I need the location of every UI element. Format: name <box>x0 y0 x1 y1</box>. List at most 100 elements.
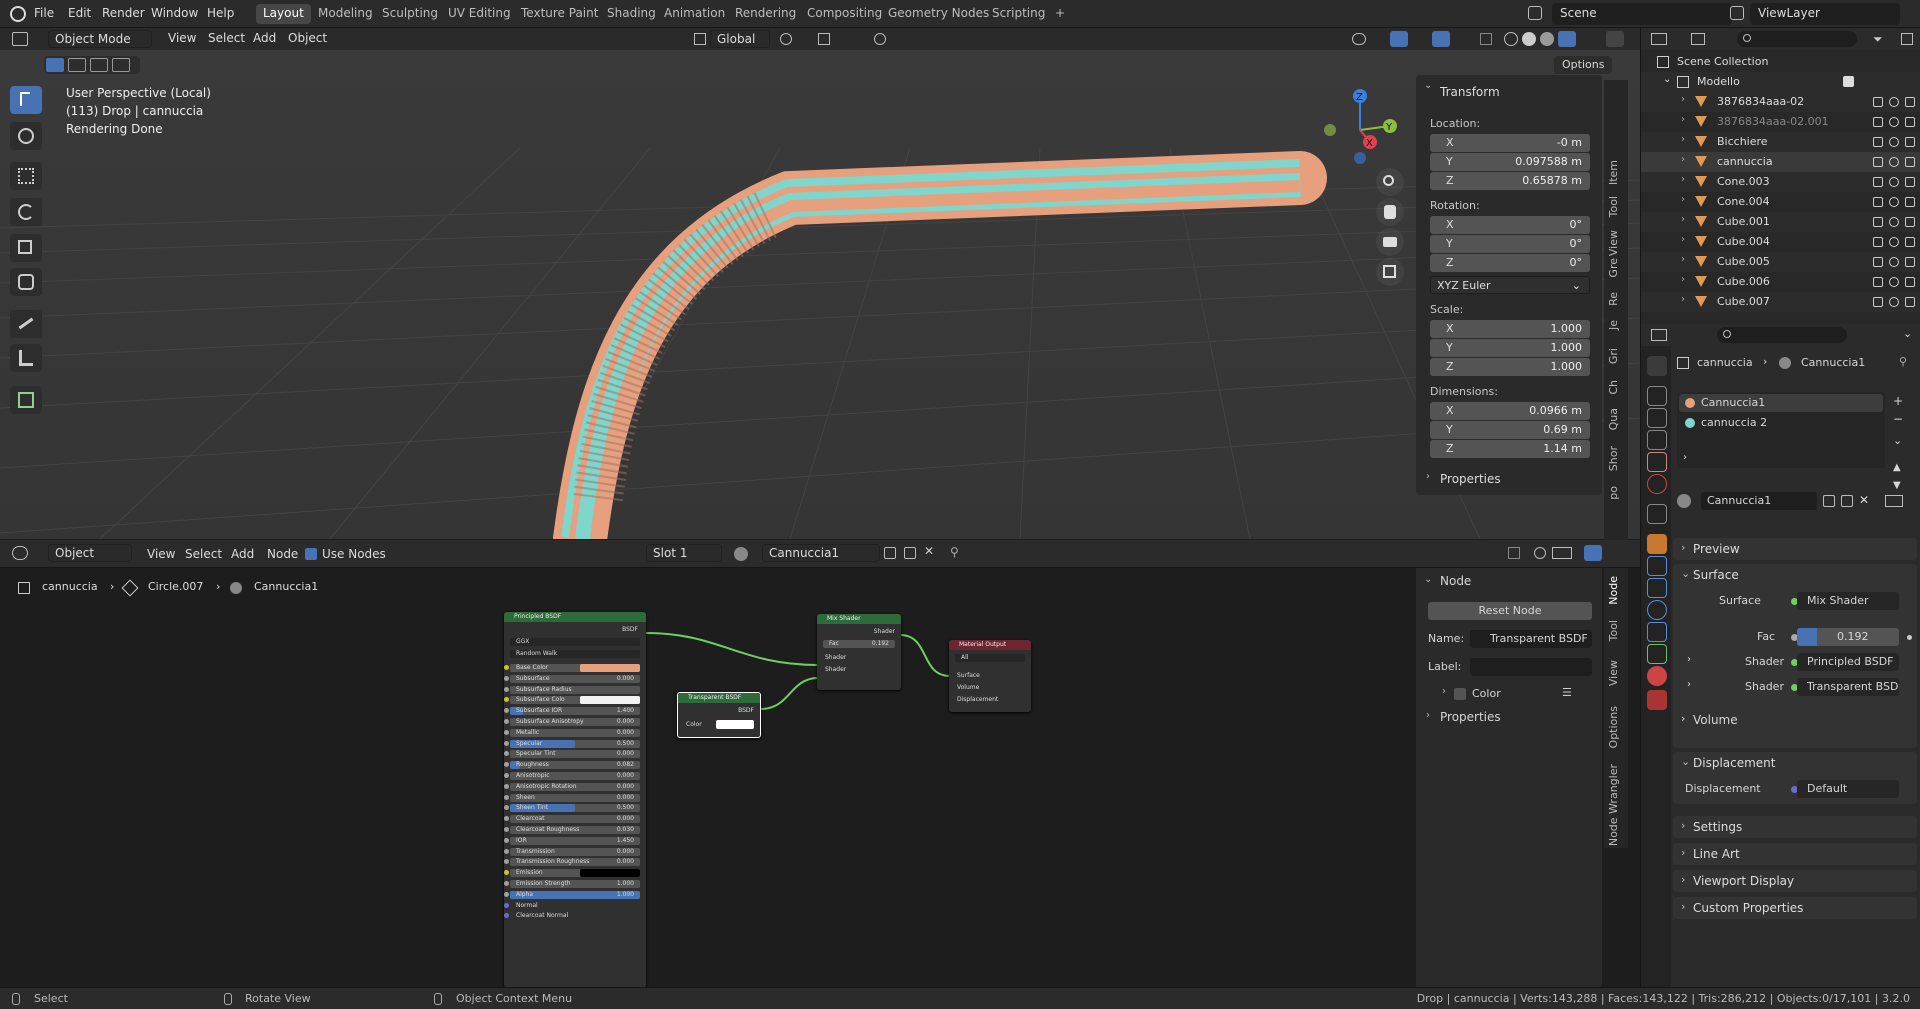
proportional-edit-icon[interactable] <box>874 33 886 45</box>
breadcrumb-object[interactable]: cannuccia <box>42 580 98 593</box>
restrict-select-icon[interactable] <box>1873 217 1883 227</box>
outliner-item[interactable]: › Bicchiere <box>1641 132 1920 152</box>
mode-selector[interactable]: Object Mode <box>48 30 152 48</box>
render-camera-icon[interactable] <box>1905 97 1915 107</box>
visibility-eye-icon[interactable] <box>1889 97 1899 107</box>
principled-input-row[interactable]: Anisotropic 0.000 <box>504 772 640 780</box>
dimensions-y-field[interactable]: Y 0.69 m <box>1430 421 1590 439</box>
chevron-right-icon[interactable]: › <box>1681 294 1685 305</box>
input-socket[interactable] <box>504 805 509 811</box>
world-tab-icon[interactable] <box>1647 474 1667 494</box>
restrict-select-icon[interactable] <box>1873 257 1883 267</box>
principled-input-row[interactable]: Subsurface Anisotropy 0.000 <box>504 718 640 726</box>
gizmo-toggle-icon[interactable] <box>1390 31 1408 47</box>
input-socket[interactable] <box>504 751 509 757</box>
restrict-select-icon[interactable] <box>1873 97 1883 107</box>
remove-slot-icon[interactable]: − <box>1893 412 1903 426</box>
editor-type-icon[interactable] <box>12 32 28 46</box>
displacement-selector[interactable]: Default <box>1797 780 1899 798</box>
principled-input-row[interactable]: Base Color <box>504 664 640 672</box>
tab-gre[interactable]: Gre <box>1607 258 1625 278</box>
menu-select[interactable]: Select <box>208 31 245 45</box>
list-icon[interactable]: ☰ <box>1562 686 1572 699</box>
list-item[interactable]: Cannuccia1 <box>1679 394 1883 412</box>
principled-input-row[interactable]: Clearcoat Roughness 0.030 <box>504 826 640 834</box>
select-subtract-icon[interactable] <box>90 58 108 72</box>
principled-input-row[interactable]: Subsurface Radius <box>504 685 640 694</box>
principled-input-row[interactable]: Sheen 0.000 <box>504 793 640 802</box>
tab-rendering[interactable]: Rendering <box>728 4 803 24</box>
rotation-x-field[interactable]: X 0° <box>1430 216 1590 234</box>
rotation-mode-dropdown[interactable]: XYZ Euler ⌄ <box>1430 276 1590 294</box>
color-checkbox[interactable] <box>1454 688 1466 700</box>
tool-scale[interactable] <box>10 234 42 262</box>
tool-cursor[interactable] <box>10 122 42 150</box>
tool-move[interactable] <box>10 162 42 190</box>
panel-title[interactable]: Displacement <box>1693 756 1776 770</box>
input-socket[interactable] <box>504 816 509 822</box>
chevron-right-icon[interactable]: › <box>1426 471 1430 482</box>
principled-input-row[interactable]: Specular 0.500 <box>504 739 640 748</box>
orientation-selector[interactable]: Global <box>710 30 770 48</box>
scene-selector[interactable]: Scene <box>1552 3 1732 25</box>
render-camera-icon[interactable] <box>1905 137 1915 147</box>
restrict-select-icon[interactable] <box>1873 177 1883 187</box>
input-socket[interactable] <box>504 827 509 832</box>
zoom-icon[interactable] <box>1376 168 1404 196</box>
tab-ch[interactable]: Ch <box>1607 380 1625 395</box>
restrict-select-icon[interactable] <box>1873 237 1883 247</box>
outliner-item[interactable]: › Cube.001 <box>1641 212 1920 232</box>
menu-view[interactable]: View <box>168 31 196 45</box>
overlay-toggle-icon[interactable] <box>1584 545 1602 561</box>
location-z-field[interactable]: Z 0.65878 m <box>1430 172 1590 190</box>
tab-re[interactable]: Re <box>1607 292 1625 306</box>
outliner-item[interactable]: › Cube.006 <box>1641 272 1920 292</box>
input-socket[interactable] <box>504 783 509 789</box>
visibility-eye-icon[interactable] <box>1889 137 1899 147</box>
principled-input-row[interactable]: IOR 1.450 <box>504 836 640 845</box>
input-socket[interactable] <box>504 794 509 800</box>
input-socket[interactable] <box>504 675 509 681</box>
tab-modeling[interactable]: Modeling <box>311 4 380 24</box>
distribution-dropdown[interactable]: GGX <box>510 638 640 646</box>
close-icon[interactable]: ✕ <box>924 544 934 558</box>
principled-input-row[interactable]: Subsurface Colo <box>504 696 640 705</box>
chevron-down-icon[interactable]: ⌄ <box>1893 434 1902 447</box>
node-editor[interactable]: Principled BSDF BSDF GGX Random Walk Bas… <box>0 540 1640 988</box>
move-down-icon[interactable]: ▼ <box>1893 480 1901 491</box>
tab-shor[interactable]: Shor <box>1607 446 1625 471</box>
breadcrumb-material[interactable]: Cannuccia1 <box>254 580 318 593</box>
list-item[interactable]: cannuccia 2 <box>1679 414 1883 432</box>
particles-tab-icon[interactable] <box>1647 578 1667 598</box>
restrict-select-icon[interactable] <box>1873 117 1883 127</box>
input-socket[interactable] <box>504 837 509 843</box>
chevron-right-icon[interactable]: › <box>1681 194 1685 205</box>
visibility-eye-icon[interactable] <box>1889 217 1899 227</box>
visibility-eye-icon[interactable] <box>1889 297 1899 307</box>
input-socket[interactable] <box>504 740 509 746</box>
tab-qua[interactable]: Qua <box>1607 408 1625 430</box>
outliner-item[interactable]: › Cube.005 <box>1641 252 1920 272</box>
settings-panel[interactable]: › Settings <box>1673 816 1917 838</box>
outliner-item[interactable]: › 3876834aaa-02 <box>1641 92 1920 112</box>
fake-user-icon[interactable] <box>1823 495 1835 507</box>
xray-icon[interactable] <box>1480 33 1492 45</box>
shader-2-selector[interactable]: Transparent BSDF <box>1797 678 1899 696</box>
chevron-down-icon[interactable]: ⌄ <box>1424 574 1432 585</box>
principled-input-row[interactable]: Anisotropic Rotation 0.000 <box>504 782 640 791</box>
menu-select[interactable]: Select <box>185 547 222 561</box>
restrict-select-icon[interactable] <box>1873 297 1883 307</box>
outliner-item[interactable]: › Cone.004 <box>1641 192 1920 212</box>
location-x-field[interactable]: X -0 m <box>1430 134 1590 152</box>
menu-edit[interactable]: Edit <box>68 6 91 20</box>
fake-user-icon[interactable] <box>884 547 896 559</box>
properties-panel-header[interactable]: Properties <box>1440 710 1501 724</box>
visibility-eye-icon[interactable] <box>1889 257 1899 267</box>
tab-sculpting[interactable]: Sculpting <box>375 4 445 24</box>
scale-x-field[interactable]: X 1.000 <box>1430 320 1590 338</box>
menu-node[interactable]: Node <box>267 547 298 561</box>
tool-select-box[interactable] <box>10 86 42 114</box>
use-nodes-checkbox[interactable] <box>305 548 317 560</box>
outliner-item[interactable]: › Cube.007 <box>1641 292 1920 312</box>
checkbox-icon[interactable] <box>1843 76 1854 87</box>
